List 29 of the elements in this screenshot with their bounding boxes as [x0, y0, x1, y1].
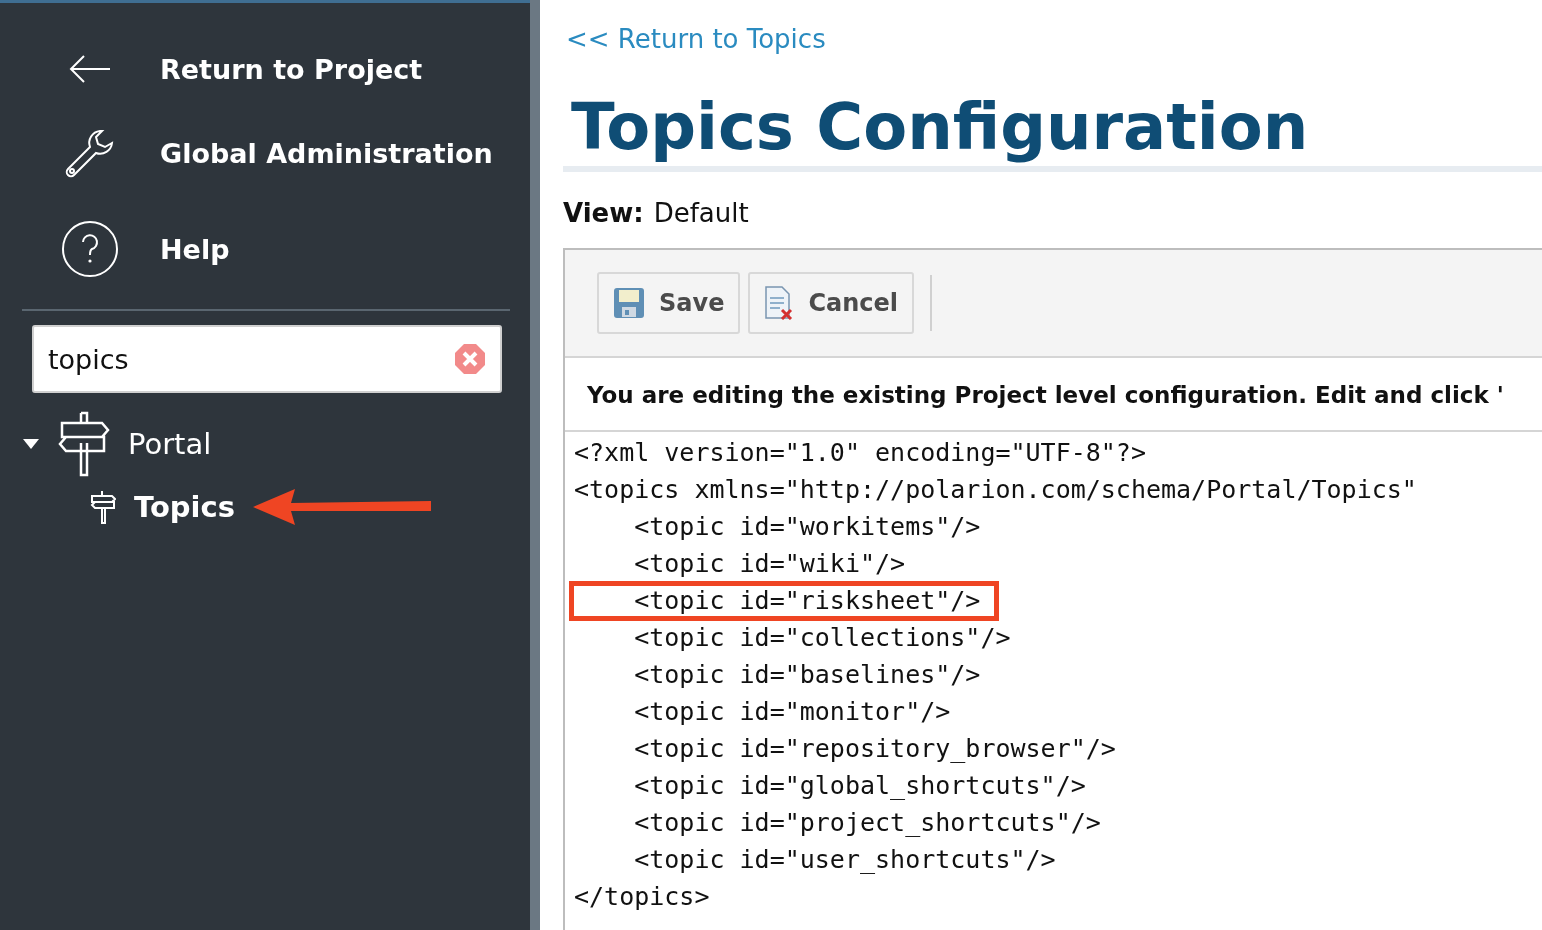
code-line: <topic id="repository_browser"/>	[633, 733, 1117, 765]
back-link[interactable]: << Return to Topics	[566, 24, 826, 54]
signpost-icon	[90, 490, 116, 524]
code-line: <topic id="collections"/>	[633, 622, 1012, 654]
page-title: Topics Configuration	[563, 90, 1542, 172]
caret-icon[interactable]	[22, 437, 40, 451]
nav-link[interactable]: Return to Project	[22, 33, 510, 105]
signpost-icon	[58, 411, 110, 477]
code-line: <topic id="user_shortcuts"/>	[633, 844, 1057, 876]
code-line: <topic id="baselines"/>	[633, 659, 982, 691]
notice-text: You are editing the existing Project level configuration. Edit and click '	[565, 358, 1542, 432]
toolbar-button[interactable]: Save	[597, 272, 741, 334]
toolbar-button[interactable]: Cancel	[748, 272, 915, 334]
tree-item[interactable]: Portal	[128, 427, 212, 461]
document-delete-icon	[764, 286, 795, 320]
nav-link[interactable]: Help	[22, 201, 510, 297]
code-line: <topic id="global_shortcuts"/>	[633, 770, 1087, 802]
code-line: <topics xmlns="http://polarion.com/schema/Portal/Topics"	[573, 474, 1418, 506]
code-line: <topic id="workitems"/>	[633, 511, 982, 543]
search-field[interactable]: topics	[32, 325, 502, 393]
view-value: Default	[653, 198, 749, 228]
nav-link[interactable]: Global Administration	[22, 105, 510, 201]
tree-item[interactable]: Topics	[134, 490, 235, 524]
code-line: <topic id="project_shortcuts"/>	[633, 807, 1102, 839]
code-line: <topic id="monitor"/>	[633, 696, 952, 728]
code-line: <topic id="wiki"/>	[633, 548, 907, 580]
code-line: <?xml version="1.0" encoding="UTF-8"?>	[573, 437, 1147, 469]
view-label: View:	[563, 198, 644, 228]
code-line: </topics>	[573, 881, 711, 913]
